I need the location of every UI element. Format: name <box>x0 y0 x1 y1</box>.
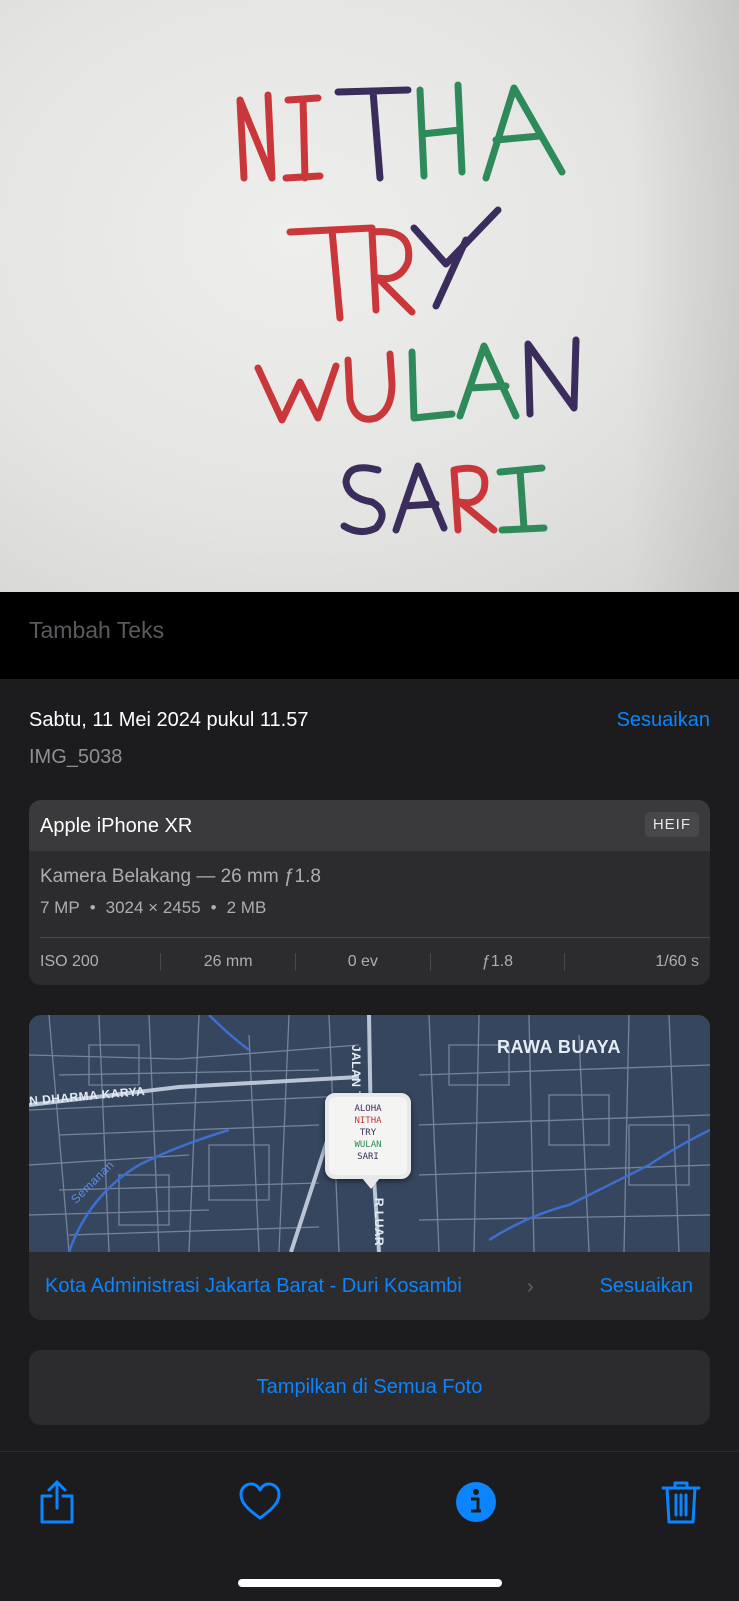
camera-card-header: Apple iPhone XR HEIF <box>29 800 710 851</box>
map-label-road-north: JALAN T <box>349 1044 364 1100</box>
thumb-line: NITHA <box>354 1116 382 1126</box>
location-name-link[interactable]: Kota Administrasi Jakarta Barat - Duri K… <box>45 1275 462 1298</box>
chevron-right-icon: › <box>527 1276 534 1298</box>
thumb-line: TRY <box>359 1128 377 1138</box>
trash-icon <box>661 1481 701 1524</box>
favorite-button[interactable] <box>236 1478 284 1526</box>
capture-date: Sabtu, 11 Mei 2024 pukul 11.57 <box>29 709 309 731</box>
location-card: RAWA BUAYA N DHARMA KARYA JALAN T R LUAR… <box>29 1015 710 1320</box>
share-icon <box>40 1480 74 1524</box>
exif-focal-length: 26 mm <box>160 952 295 971</box>
info-icon <box>456 1482 496 1522</box>
separator-dot: • <box>210 898 217 917</box>
adjust-location-button[interactable]: Sesuaikan <box>600 1275 693 1298</box>
format-badge: HEIF <box>644 812 699 837</box>
exif-iso: ISO 200 <box>40 952 99 970</box>
camera-info-card: Apple iPhone XR HEIF Kamera Belakang — 2… <box>29 800 710 985</box>
lens-info: Kamera Belakang — 26 mm ƒ1.8 <box>40 866 321 887</box>
exif-shutter: 1/60 s <box>564 952 710 971</box>
image-specs: 7 MP • 3024 × 2455 • 2 MB <box>40 898 266 918</box>
heart-icon <box>239 1482 281 1520</box>
exif-aperture: ƒ1.8 <box>429 952 565 971</box>
photo-viewer[interactable] <box>0 0 739 592</box>
thumb-line: SARI <box>357 1152 379 1162</box>
location-map[interactable]: RAWA BUAYA N DHARMA KARYA JALAN T R LUAR… <box>29 1015 710 1252</box>
device-name: Apple iPhone XR <box>40 815 193 837</box>
separator-dot: • <box>89 898 96 917</box>
thumb-line: ALOHA <box>354 1104 382 1114</box>
caption-bar: Tambah Teks <box>0 592 739 679</box>
file-name: IMG_5038 <box>29 746 123 768</box>
pin-thumbnail: ALOHA NITHA TRY WULAN SARI <box>329 1103 407 1163</box>
delete-button[interactable] <box>657 1478 705 1526</box>
handwriting-drawing <box>236 81 580 535</box>
resolution: 3024 × 2455 <box>105 898 201 917</box>
exif-exposure-value: 0 ev <box>294 952 430 971</box>
share-button[interactable] <box>33 1478 81 1526</box>
map-label-road-south: R LUAR <box>372 1197 387 1247</box>
info-button[interactable] <box>452 1478 500 1526</box>
home-indicator <box>238 1579 502 1587</box>
location-row: Kota Administrasi Jakarta Barat - Duri K… <box>29 1252 710 1320</box>
add-caption-input[interactable]: Tambah Teks <box>29 617 164 644</box>
show-in-all-photos-button[interactable]: Tampilkan di Semua Foto <box>29 1350 710 1425</box>
file-size: 2 MB <box>226 898 267 917</box>
map-label-area: RAWA BUAYA <box>497 1037 622 1057</box>
exif-row: ISO 200 26 mm 0 ev ƒ1.8 1/60 s <box>29 938 710 985</box>
adjust-date-button[interactable]: Sesuaikan <box>617 709 710 732</box>
thumb-line: WULAN <box>354 1140 382 1150</box>
photo-location-pin[interactable]: ALOHA NITHA TRY WULAN SARI <box>325 1093 411 1189</box>
megapixels: 7 MP <box>40 898 80 917</box>
